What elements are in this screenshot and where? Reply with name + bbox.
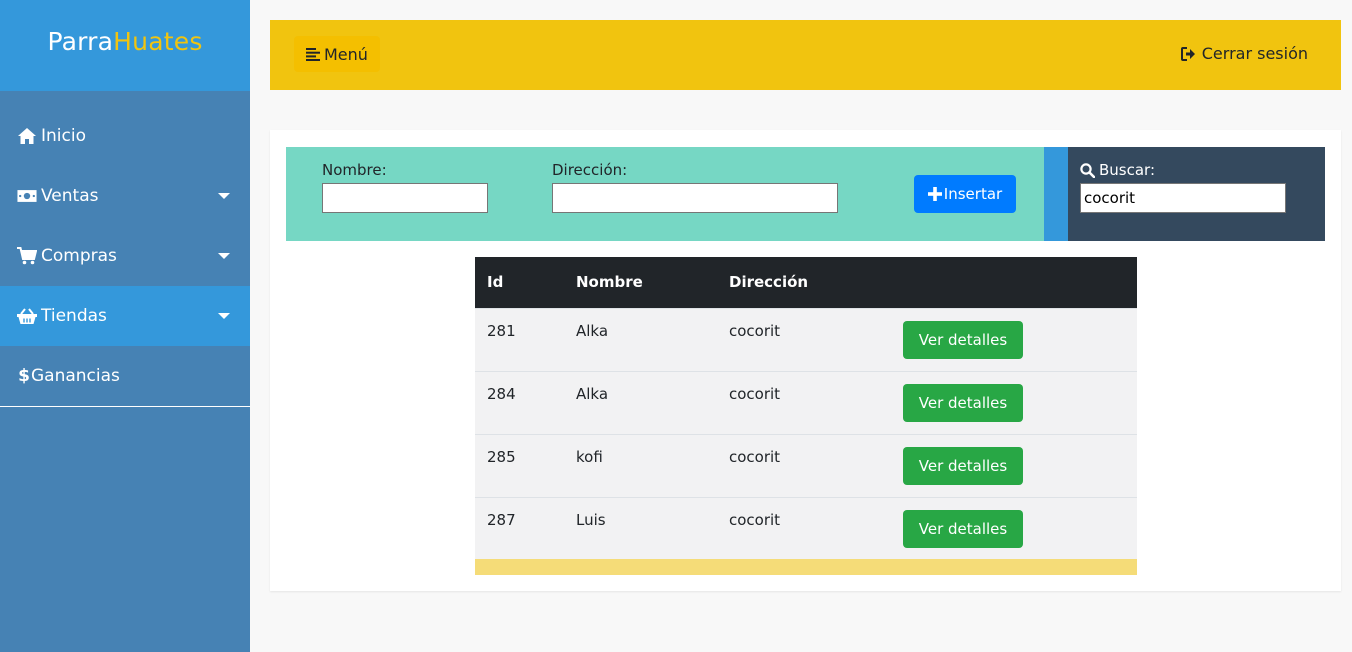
divider-strip — [1044, 147, 1068, 241]
sidebar-item-compras[interactable]: Compras — [0, 226, 250, 286]
column-header-id: Id — [475, 257, 564, 308]
top-navbar: Menú Cerrar sesión — [270, 20, 1341, 90]
chevron-down-icon — [218, 253, 230, 259]
cell-actions: Ver detalles — [891, 433, 1137, 497]
money-icon — [17, 186, 37, 206]
table-row: 284 Alka cocorit Ver detalles — [475, 370, 1137, 434]
cell-direccion: cocorit — [717, 496, 891, 560]
cell-nombre: Luis — [564, 496, 717, 560]
menu-toggle-button[interactable]: Menú — [294, 36, 380, 72]
cell-id: 284 — [475, 370, 564, 434]
direccion-input[interactable] — [552, 183, 838, 213]
search-label: Buscar: — [1080, 161, 1155, 179]
details-button[interactable]: Ver detalles — [903, 446, 1023, 485]
table-row: 287 Luis cocorit Ver detalles — [475, 496, 1137, 560]
cell-actions: Ver detalles — [891, 370, 1137, 434]
dollar-icon: $ — [18, 366, 30, 386]
sidebar-nav: Inicio Ventas Compras Tiendas $ Ganancia — [0, 91, 250, 407]
cell-direccion: cocorit — [717, 433, 891, 497]
sidebar-item-ganancias[interactable]: $ Ganancias — [0, 346, 250, 406]
align-left-icon — [306, 47, 320, 61]
logout-label: Cerrar sesión — [1201, 44, 1308, 63]
sidebar-item-label: Ganancias — [31, 366, 120, 386]
menu-label: Menú — [324, 44, 368, 64]
cell-actions: Ver detalles — [891, 496, 1137, 560]
insert-button[interactable]: Insertar — [914, 175, 1016, 213]
sidebar: Parra Huates Inicio Ventas Compras Tiend… — [0, 0, 250, 652]
cell-actions: Ver detalles — [891, 307, 1137, 371]
sidebar-item-label: Compras — [41, 246, 117, 266]
brand-part2: Huates — [113, 27, 203, 56]
cart-icon — [17, 246, 37, 266]
cell-direccion: cocorit — [717, 307, 891, 371]
direccion-label: Dirección: — [552, 161, 628, 179]
cell-direccion: cocorit — [717, 370, 891, 434]
table-footer-bar — [475, 559, 1137, 575]
sidebar-item-inicio[interactable]: Inicio — [0, 106, 250, 166]
content-card: Nombre: Dirección: Insertar Buscar: Id N… — [270, 130, 1341, 591]
cell-id: 281 — [475, 307, 564, 371]
cell-nombre: kofi — [564, 433, 717, 497]
brand-logo[interactable]: Parra Huates — [0, 0, 250, 91]
chevron-down-icon — [218, 313, 230, 319]
chevron-down-icon — [218, 193, 230, 199]
column-header-actions — [891, 257, 1137, 308]
cell-id: 285 — [475, 433, 564, 497]
basket-icon — [17, 306, 37, 326]
cell-nombre: Alka — [564, 370, 717, 434]
table-row: 285 kofi cocorit Ver detalles — [475, 433, 1137, 497]
details-button[interactable]: Ver detalles — [903, 383, 1023, 422]
details-button[interactable]: Ver detalles — [903, 509, 1023, 548]
insert-label: Insertar — [943, 185, 1003, 203]
column-header-direccion: Dirección — [717, 257, 891, 308]
sidebar-item-ventas[interactable]: Ventas — [0, 166, 250, 226]
stores-table: Id Nombre Dirección 281 Alka cocorit Ver… — [475, 257, 1137, 560]
sign-out-icon — [1180, 46, 1195, 61]
table-header-row: Id Nombre Dirección — [475, 257, 1137, 308]
search-panel: Buscar: — [1068, 147, 1325, 241]
insert-form: Nombre: Dirección: Insertar — [286, 147, 1044, 241]
plus-icon — [927, 187, 942, 201]
cell-nombre: Alka — [564, 307, 717, 371]
sidebar-item-label: Tiendas — [41, 306, 107, 326]
sidebar-item-label: Inicio — [41, 126, 86, 146]
search-label-text: Buscar: — [1099, 161, 1156, 179]
logout-link[interactable]: Cerrar sesión — [1180, 44, 1308, 63]
sidebar-item-tiendas[interactable]: Tiendas — [0, 286, 250, 346]
home-icon — [17, 126, 37, 146]
brand-part1: Parra — [47, 27, 114, 56]
sidebar-item-label: Ventas — [41, 186, 99, 206]
column-header-nombre: Nombre — [564, 257, 717, 308]
search-icon — [1080, 162, 1095, 178]
search-input[interactable] — [1080, 183, 1286, 213]
details-button[interactable]: Ver detalles — [903, 320, 1023, 359]
nombre-label: Nombre: — [322, 161, 387, 179]
cell-id: 287 — [475, 496, 564, 560]
table-row: 281 Alka cocorit Ver detalles — [475, 307, 1137, 371]
nombre-input[interactable] — [322, 183, 488, 213]
